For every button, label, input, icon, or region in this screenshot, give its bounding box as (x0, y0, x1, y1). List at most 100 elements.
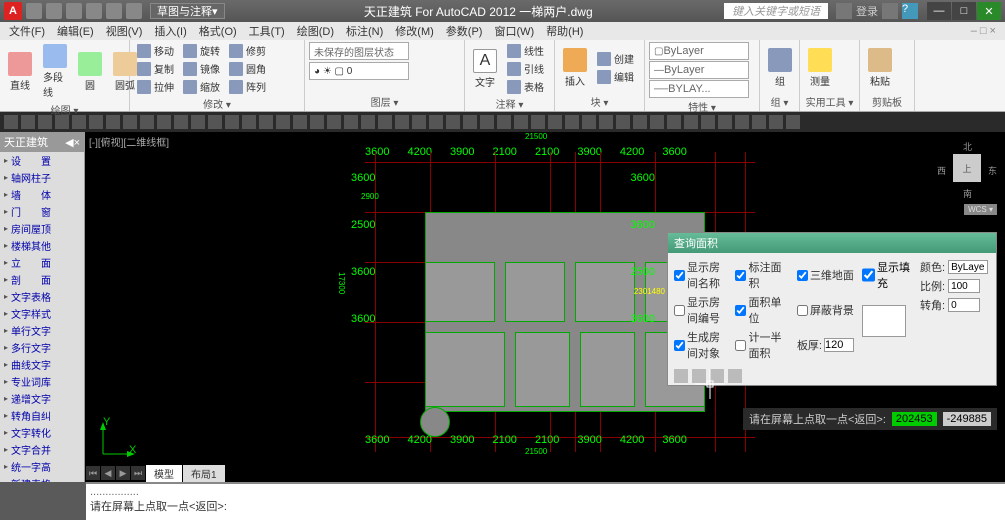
sidebar-item[interactable]: 单行文字 (0, 322, 84, 339)
tb-icon[interactable] (684, 115, 698, 129)
sidebar-item[interactable]: 文字转化 (0, 424, 84, 441)
qat-undo-icon[interactable] (86, 3, 102, 19)
chk-room-name[interactable]: 显示房间名称 (674, 259, 727, 291)
polyline-tool[interactable]: 多段线 (39, 42, 71, 101)
tb-icon[interactable] (259, 115, 273, 129)
tab-next-icon[interactable]: ▶ (116, 466, 130, 480)
tb-icon[interactable] (718, 115, 732, 129)
tb-icon[interactable] (174, 115, 188, 129)
drawing-canvas[interactable]: [-][俯视][二维线框] 21500 36004200390021002100… (85, 132, 1005, 482)
tb-icon[interactable] (89, 115, 103, 129)
dlg-btn-icon[interactable] (728, 369, 742, 383)
sidebar-item[interactable]: 文字表格 (0, 288, 84, 305)
tb-icon[interactable] (565, 115, 579, 129)
tb-icon[interactable] (361, 115, 375, 129)
tab-first-icon[interactable]: ⏮ (86, 466, 100, 480)
tb-icon[interactable] (276, 115, 290, 129)
fillet-tool[interactable]: 圆角 (226, 60, 269, 77)
chk-area-unit[interactable]: 面积单位 (735, 294, 788, 326)
dlg-btn-icon[interactable] (674, 369, 688, 383)
color-combo[interactable]: ▢ ByLayer (649, 42, 749, 60)
tb-icon[interactable] (140, 115, 154, 129)
menu-modify[interactable]: 修改(M) (390, 22, 439, 40)
qat-redo-icon[interactable] (106, 3, 122, 19)
line-tool[interactable]: 直线 (4, 50, 36, 94)
qat-print-icon[interactable] (126, 3, 142, 19)
sidebar-item[interactable]: 门 窗 (0, 203, 84, 220)
mirror-tool[interactable]: 镜像 (180, 60, 223, 77)
sidebar-item[interactable]: 墙 体 (0, 186, 84, 203)
qat-save-icon[interactable] (66, 3, 82, 19)
chk-show-fill[interactable]: 显示填充 (862, 259, 912, 291)
app-logo[interactable]: A (4, 2, 22, 20)
help-icon[interactable]: ? (902, 3, 918, 19)
tab-model[interactable]: 模型 (146, 465, 182, 482)
tb-icon[interactable] (599, 115, 613, 129)
stretch-tool[interactable]: 拉伸 (134, 78, 177, 95)
menu-help[interactable]: 帮助(H) (541, 22, 588, 40)
tb-icon[interactable] (616, 115, 630, 129)
tb-icon[interactable] (225, 115, 239, 129)
tb-icon[interactable] (548, 115, 562, 129)
menu-window[interactable]: 窗口(W) (489, 22, 539, 40)
sidebar-item[interactable]: 文字合并 (0, 441, 84, 458)
layer-combo[interactable]: ◕ ☀ ▢ 0 (309, 62, 409, 80)
tab-prev-icon[interactable]: ◀ (101, 466, 115, 480)
sidebar-item[interactable]: 统一字高 (0, 458, 84, 475)
close-button[interactable]: ✕ (977, 2, 1001, 20)
tb-icon[interactable] (21, 115, 35, 129)
tb-icon[interactable] (412, 115, 426, 129)
move-tool[interactable]: 移动 (134, 42, 177, 59)
leader-tool[interactable]: 引线 (504, 60, 547, 77)
scale-input[interactable] (948, 279, 980, 293)
lineweight-combo[interactable]: — ByLayer (649, 61, 749, 79)
sidebar-item[interactable]: 楼梯其他 (0, 237, 84, 254)
sidebar-item[interactable]: 曲线文字 (0, 356, 84, 373)
sidebar-item[interactable]: 新建表格 (0, 475, 84, 482)
doc-min-icon[interactable]: – □ × (966, 24, 1001, 38)
tb-icon[interactable] (531, 115, 545, 129)
tb-icon[interactable] (157, 115, 171, 129)
tb-icon[interactable] (752, 115, 766, 129)
tb-icon[interactable] (293, 115, 307, 129)
sidebar-item[interactable]: 立 面 (0, 254, 84, 271)
chk-gen-room[interactable]: 生成房间对象 (674, 329, 727, 361)
tb-icon[interactable] (497, 115, 511, 129)
sidebar-item[interactable]: 文字样式 (0, 305, 84, 322)
tb-icon[interactable] (327, 115, 341, 129)
table-tool[interactable]: 表格 (504, 78, 547, 95)
menu-edit[interactable]: 编辑(E) (52, 22, 99, 40)
linetype-combo[interactable]: ── BYLAY... (649, 80, 749, 98)
create-block-tool[interactable]: 创建 (594, 50, 637, 67)
tb-icon[interactable] (514, 115, 528, 129)
tb-icon[interactable] (735, 115, 749, 129)
circle-tool[interactable]: 圆 (74, 50, 106, 94)
tb-icon[interactable] (429, 115, 443, 129)
tb-icon[interactable] (463, 115, 477, 129)
angle-input[interactable] (948, 298, 980, 312)
linear-dim-tool[interactable]: 线性 (504, 42, 547, 59)
text-tool[interactable]: A文字 (469, 47, 501, 91)
minimize-button[interactable]: — (927, 2, 951, 20)
viewport-label[interactable]: [-][俯视][二维线框] (89, 134, 169, 149)
command-line[interactable]: ................ 请在屏幕上点取一点<返回>: (86, 482, 1005, 520)
edit-block-tool[interactable]: 编辑 (594, 68, 637, 85)
trim-tool[interactable]: 修剪 (226, 42, 269, 59)
sidebar-item[interactable]: 剖 面 (0, 271, 84, 288)
sidebar-item[interactable]: 转角自纠 (0, 407, 84, 424)
tb-icon[interactable] (446, 115, 460, 129)
tb-icon[interactable] (242, 115, 256, 129)
tb-icon[interactable] (310, 115, 324, 129)
layer-state-combo[interactable]: 未保存的图层状态 (309, 42, 409, 60)
chk-room-num[interactable]: 显示房间编号 (674, 294, 727, 326)
maximize-button[interactable]: □ (952, 2, 976, 20)
menu-draw[interactable]: 绘图(D) (292, 22, 339, 40)
sidebar-item[interactable]: 轴网柱子 (0, 169, 84, 186)
group-tool[interactable]: 组 (764, 46, 796, 90)
tb-icon[interactable] (344, 115, 358, 129)
infocenter-icon[interactable] (836, 3, 852, 19)
qat-new-icon[interactable] (26, 3, 42, 19)
measure-tool[interactable]: 测量 (804, 46, 836, 90)
menu-dim[interactable]: 标注(N) (341, 22, 388, 40)
slab-input[interactable] (824, 338, 854, 352)
